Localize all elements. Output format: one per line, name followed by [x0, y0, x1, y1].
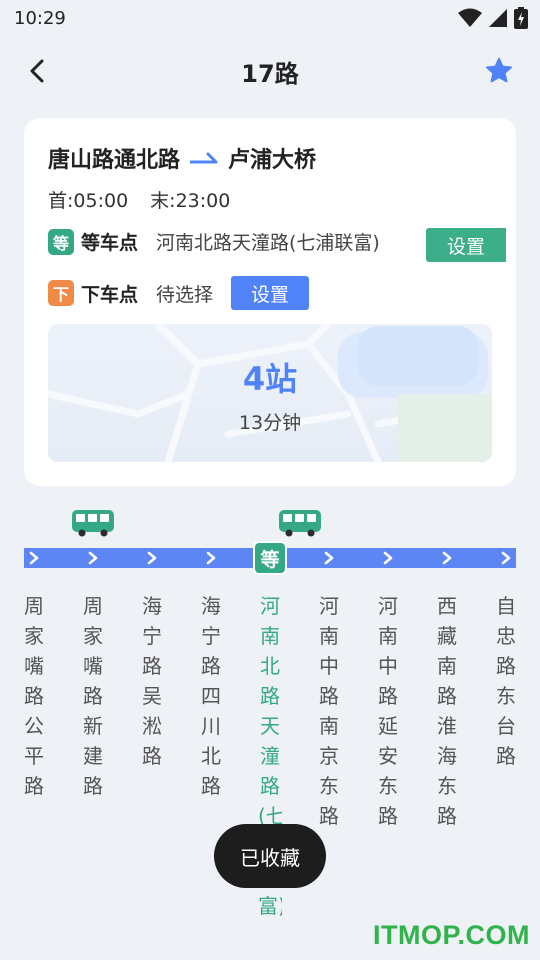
wait-stop-value: 河南北路天潼路(七浦联富)	[156, 232, 380, 254]
wait-stop-marker[interactable]: 等	[253, 541, 287, 575]
arrow-right-icon	[190, 152, 218, 164]
stop-item[interactable]: 海宁路吴淞路	[140, 591, 164, 771]
stop-item[interactable]: 河南中路南京东路	[317, 591, 341, 831]
stop-item[interactable]: 海宁路四川北路	[199, 591, 223, 801]
toast-message: 已收藏	[214, 824, 326, 888]
service-hours: 首:05:00 末:23:00	[48, 186, 230, 213]
bus-icon	[279, 510, 321, 537]
chevron-right-icon	[201, 548, 221, 568]
wait-stop-label: 等车点	[81, 232, 139, 254]
stop-item[interactable]: 西藏南路淮海东路	[435, 591, 459, 831]
app-bar: 17路	[0, 40, 540, 100]
stops-count: 4站	[242, 360, 298, 398]
map-summary: 4站 13分钟	[48, 324, 492, 462]
chevron-right-icon	[83, 548, 103, 568]
signal-icon	[489, 9, 507, 27]
chevron-right-icon	[24, 548, 44, 568]
page-title: 17路	[241, 60, 299, 88]
route-direction: 唐山路通北路 卢浦大桥	[48, 142, 316, 174]
battery-icon	[514, 7, 528, 29]
set-alight-stop-button[interactable]: 设置	[231, 276, 310, 310]
star-icon	[486, 57, 512, 83]
alight-tag: 下	[48, 280, 74, 306]
travel-duration: 13分钟	[238, 412, 302, 434]
bus-icon	[72, 510, 114, 537]
wifi-icon	[458, 8, 482, 27]
alight-stop-value: 待选择	[156, 283, 214, 306]
first-bus: 首:05:00	[48, 190, 129, 212]
stop-item[interactable]: 周家嘴路新建路	[81, 591, 105, 801]
favorite-button[interactable]	[482, 54, 516, 88]
alight-stop-row: 下 下车点 待选择 设置	[48, 276, 310, 310]
route-card: 唐山路通北路 卢浦大桥 首:05:00 末:23:00 等 等车点 河南北路天潼…	[24, 118, 516, 486]
chevron-right-icon	[142, 548, 162, 568]
chevron-right-icon	[437, 548, 457, 568]
stop-item[interactable]: 周家嘴路公平路	[22, 591, 46, 801]
stop-item[interactable]: 自忠路东台路	[494, 591, 518, 771]
wait-stop-row: 等 等车点 河南北路天潼路(七浦联富)	[48, 228, 380, 255]
stop-item[interactable]: 河南中路延安东路	[376, 591, 400, 831]
chevron-right-icon	[319, 548, 339, 568]
chevron-right-icon	[496, 548, 516, 568]
status-icons	[458, 7, 528, 29]
set-wait-stop-button[interactable]: 设置	[426, 228, 506, 262]
wait-tag: 等	[48, 228, 74, 255]
status-bar: 10:29	[0, 0, 540, 36]
last-bus: 末:23:00	[150, 190, 231, 212]
watermark: ITMOP.COM	[372, 920, 530, 950]
route-destination: 卢浦大桥	[228, 148, 317, 173]
alight-stop-label: 下车点	[81, 283, 139, 306]
status-time: 10:29	[14, 7, 66, 29]
chevron-right-icon	[378, 548, 398, 568]
route-origin: 唐山路通北路	[48, 148, 181, 173]
